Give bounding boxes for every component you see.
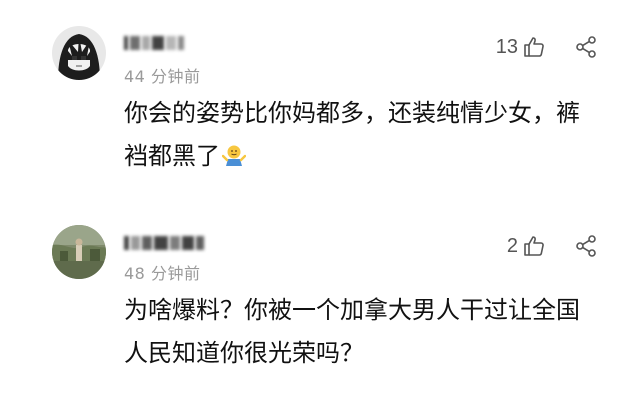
comment-actions: 2 xyxy=(507,234,598,258)
user-avatar[interactable] xyxy=(52,26,106,80)
comment-text-content: 为啥爆料？你被一个加拿大男人干过让全国人民知道你很光荣吗？ xyxy=(124,296,580,367)
comment-text: 为啥爆料？你被一个加拿大男人干过让全国人民知道你很光荣吗？ xyxy=(124,289,594,375)
comment-time: 44 分钟前 xyxy=(124,67,201,86)
comment-item: 44 分钟前 13 你会的姿势比你妈都多，还装纯情少女，裤裆都黑了 xyxy=(0,0,640,212)
username-redacted[interactable] xyxy=(124,32,184,54)
thumb-up-icon xyxy=(524,236,544,256)
share-button[interactable] xyxy=(574,35,598,59)
like-count: 2 xyxy=(506,234,518,257)
photo-avatar-icon xyxy=(52,225,106,279)
anime-avatar-icon xyxy=(52,26,106,80)
comment-text-content: 你会的姿势比你妈都多，还装纯情少女，裤裆都黑了 xyxy=(124,99,580,170)
thumb-up-icon xyxy=(524,37,544,57)
like-button[interactable] xyxy=(522,35,546,59)
comment-text: 你会的姿势比你妈都多，还装纯情少女，裤裆都黑了 xyxy=(124,92,594,181)
share-icon xyxy=(576,235,596,257)
comment-item: 48 分钟前 2 为啥爆料？你被一个加拿大男人干过让全国人民知道你很光荣吗？ xyxy=(0,212,640,407)
user-avatar[interactable] xyxy=(52,225,106,279)
share-icon xyxy=(576,36,596,58)
comment-actions: 13 xyxy=(496,35,598,59)
username-redacted[interactable] xyxy=(124,232,204,254)
share-button[interactable] xyxy=(574,234,598,258)
comment-time: 48 分钟前 xyxy=(124,264,201,283)
shrug-emoji-icon xyxy=(221,138,247,181)
like-count: 13 xyxy=(495,35,518,58)
like-button[interactable] xyxy=(522,234,546,258)
